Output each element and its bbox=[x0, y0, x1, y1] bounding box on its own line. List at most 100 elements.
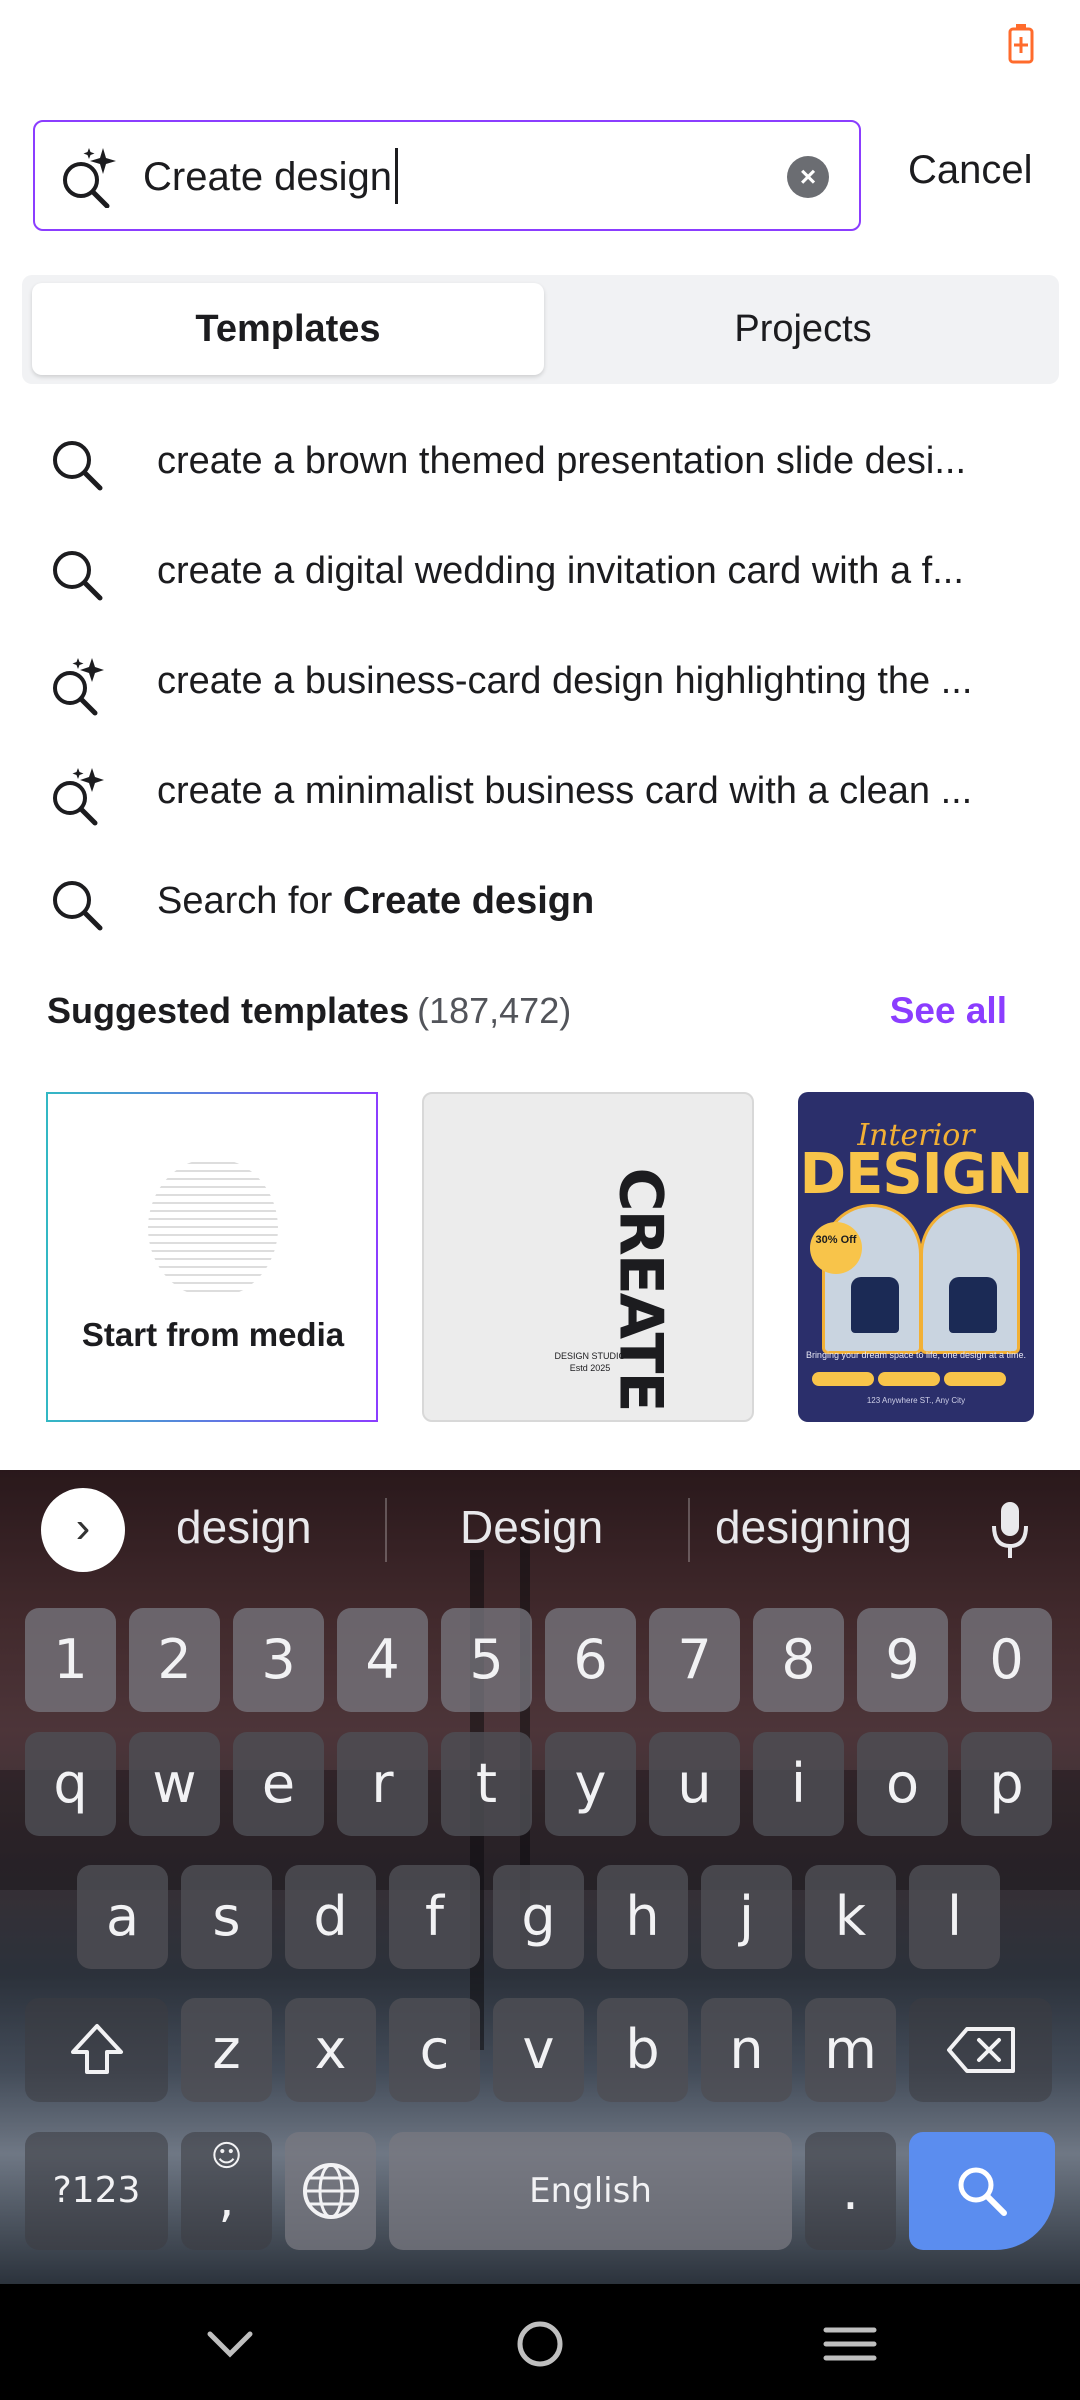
key-m[interactable]: m bbox=[805, 1998, 896, 2102]
battery-charging-icon bbox=[1008, 24, 1034, 64]
search-input[interactable] bbox=[143, 144, 743, 210]
create-wordmark: CREATE bbox=[605, 1167, 676, 1411]
key-z[interactable]: z bbox=[181, 1998, 272, 2102]
word-suggestion[interactable]: Design bbox=[460, 1500, 603, 1554]
suggestion-item[interactable]: create a business-card design highlighti… bbox=[0, 630, 1080, 740]
key-s[interactable]: s bbox=[181, 1865, 272, 1969]
key-a[interactable]: a bbox=[77, 1865, 168, 1969]
armchair-image bbox=[949, 1277, 997, 1333]
suggestion-text: create a business-card design highlighti… bbox=[157, 660, 973, 702]
key-x[interactable]: x bbox=[285, 1998, 376, 2102]
word-divider bbox=[385, 1498, 387, 1562]
search-suggestions: create a brown themed presentation slide… bbox=[0, 410, 1080, 960]
shift-key[interactable] bbox=[25, 1998, 168, 2102]
word-suggestion[interactable]: designing bbox=[715, 1500, 912, 1554]
magic-search-icon bbox=[53, 658, 104, 716]
interior-tagline: Bringing your dream space to life, one d… bbox=[805, 1350, 1027, 1360]
key-p[interactable]: p bbox=[961, 1732, 1052, 1836]
key-8[interactable]: 8 bbox=[753, 1608, 844, 1712]
suggested-templates-count: (187,472) bbox=[417, 990, 572, 1031]
key-h[interactable]: h bbox=[597, 1865, 688, 1969]
armchair-image bbox=[851, 1277, 899, 1333]
backspace-key[interactable] bbox=[909, 1998, 1052, 2102]
key-t[interactable]: t bbox=[441, 1732, 532, 1836]
key-7[interactable]: 7 bbox=[649, 1608, 740, 1712]
key-i[interactable]: i bbox=[753, 1732, 844, 1836]
interior-footer: 123 Anywhere ST., Any City bbox=[866, 1396, 966, 1405]
key-v[interactable]: v bbox=[493, 1998, 584, 2102]
space-key[interactable]: English bbox=[389, 2132, 792, 2250]
search-row: × Cancel bbox=[33, 120, 1053, 232]
magic-search-icon bbox=[63, 148, 116, 208]
backspace-icon bbox=[946, 2027, 1015, 2073]
magic-search-icon bbox=[53, 768, 104, 826]
suggestion-item[interactable]: create a digital wedding invitation card… bbox=[0, 520, 1080, 630]
microphone-icon[interactable] bbox=[990, 1500, 1030, 1560]
key-n[interactable]: n bbox=[701, 1998, 792, 2102]
key-e[interactable]: e bbox=[233, 1732, 324, 1836]
clear-icon[interactable]: × bbox=[787, 156, 829, 198]
key-b[interactable]: b bbox=[597, 1998, 688, 2102]
language-key[interactable] bbox=[285, 2132, 376, 2250]
search-for-text: Search for Create design bbox=[157, 880, 1047, 923]
search-key[interactable] bbox=[909, 2132, 1055, 2250]
key-l[interactable]: l bbox=[909, 1865, 1000, 1969]
chevron-right-icon[interactable]: › bbox=[41, 1488, 125, 1572]
suggestion-text: create a digital wedding invitation card… bbox=[157, 550, 964, 592]
key-f[interactable]: f bbox=[389, 1865, 480, 1969]
menu-icon[interactable] bbox=[820, 2314, 880, 2374]
emoji-comma-key[interactable]: ☺ , bbox=[181, 2132, 272, 2250]
see-all-link[interactable]: See all bbox=[890, 990, 1007, 1032]
key-g[interactable]: g bbox=[493, 1865, 584, 1969]
tab-templates[interactable]: Templates bbox=[32, 283, 544, 375]
template-card-create[interactable]: CREATE DESIGN STUDIO Estd 2025 bbox=[422, 1092, 754, 1422]
period-key[interactable]: . bbox=[805, 2132, 896, 2250]
search-for-item[interactable]: Search for Create design bbox=[0, 850, 1080, 960]
home-circle-icon[interactable] bbox=[510, 2314, 570, 2374]
symbols-key[interactable]: ?123 bbox=[25, 2132, 168, 2250]
suggested-templates-header: Suggested templates (187,472) See all bbox=[47, 990, 1047, 1050]
search-icon bbox=[53, 881, 103, 931]
search-for-query: Create design bbox=[342, 880, 595, 922]
status-bar bbox=[0, 0, 1080, 90]
key-r[interactable]: r bbox=[337, 1732, 428, 1836]
shift-arrow-icon bbox=[70, 2024, 123, 2074]
chevron-down-icon[interactable] bbox=[200, 2314, 260, 2374]
key-5[interactable]: 5 bbox=[441, 1608, 532, 1712]
search-icon bbox=[958, 2167, 1007, 2216]
suggestion-text: create a brown themed presentation slide… bbox=[157, 440, 967, 482]
word-suggestion[interactable]: design bbox=[176, 1500, 312, 1554]
cancel-button[interactable]: Cancel bbox=[908, 148, 1033, 193]
create-subtitle: DESIGN STUDIO Estd 2025 bbox=[424, 1350, 752, 1374]
key-w[interactable]: w bbox=[129, 1732, 220, 1836]
key-9[interactable]: 9 bbox=[857, 1608, 948, 1712]
key-d[interactable]: d bbox=[285, 1865, 376, 1969]
key-u[interactable]: u bbox=[649, 1732, 740, 1836]
key-4[interactable]: 4 bbox=[337, 1608, 428, 1712]
key-c[interactable]: c bbox=[389, 1998, 480, 2102]
search-for-prefix: Search for bbox=[157, 880, 343, 922]
create-sub-line1: DESIGN STUDIO bbox=[554, 1351, 626, 1361]
key-0[interactable]: 0 bbox=[961, 1608, 1052, 1712]
suggested-templates-title: Suggested templates bbox=[47, 990, 410, 1031]
key-o[interactable]: o bbox=[857, 1732, 948, 1836]
globe-icon bbox=[302, 2163, 359, 2219]
search-icon bbox=[53, 441, 103, 491]
search-box[interactable]: × bbox=[33, 120, 861, 231]
template-card-interior-design[interactable]: DESIGN Interior 30% Off Bringing your dr… bbox=[798, 1092, 1034, 1422]
start-from-media-card[interactable]: Start from media bbox=[46, 1092, 378, 1422]
key-q[interactable]: q bbox=[25, 1732, 116, 1836]
template-carousel: Start from media CREATE DESIGN STUDIO Es… bbox=[46, 1092, 1080, 1424]
comma-label: , bbox=[218, 2170, 235, 2228]
contact-pills bbox=[812, 1372, 1022, 1388]
key-3[interactable]: 3 bbox=[233, 1608, 324, 1712]
suggestion-item[interactable]: create a brown themed presentation slide… bbox=[0, 410, 1080, 520]
key-j[interactable]: j bbox=[701, 1865, 792, 1969]
suggestion-item[interactable]: create a minimalist business card with a… bbox=[0, 740, 1080, 850]
key-6[interactable]: 6 bbox=[545, 1608, 636, 1712]
tab-projects[interactable]: Projects bbox=[547, 283, 1059, 375]
key-y[interactable]: y bbox=[545, 1732, 636, 1836]
key-2[interactable]: 2 bbox=[129, 1608, 220, 1712]
key-k[interactable]: k bbox=[805, 1865, 896, 1969]
key-1[interactable]: 1 bbox=[25, 1608, 116, 1712]
